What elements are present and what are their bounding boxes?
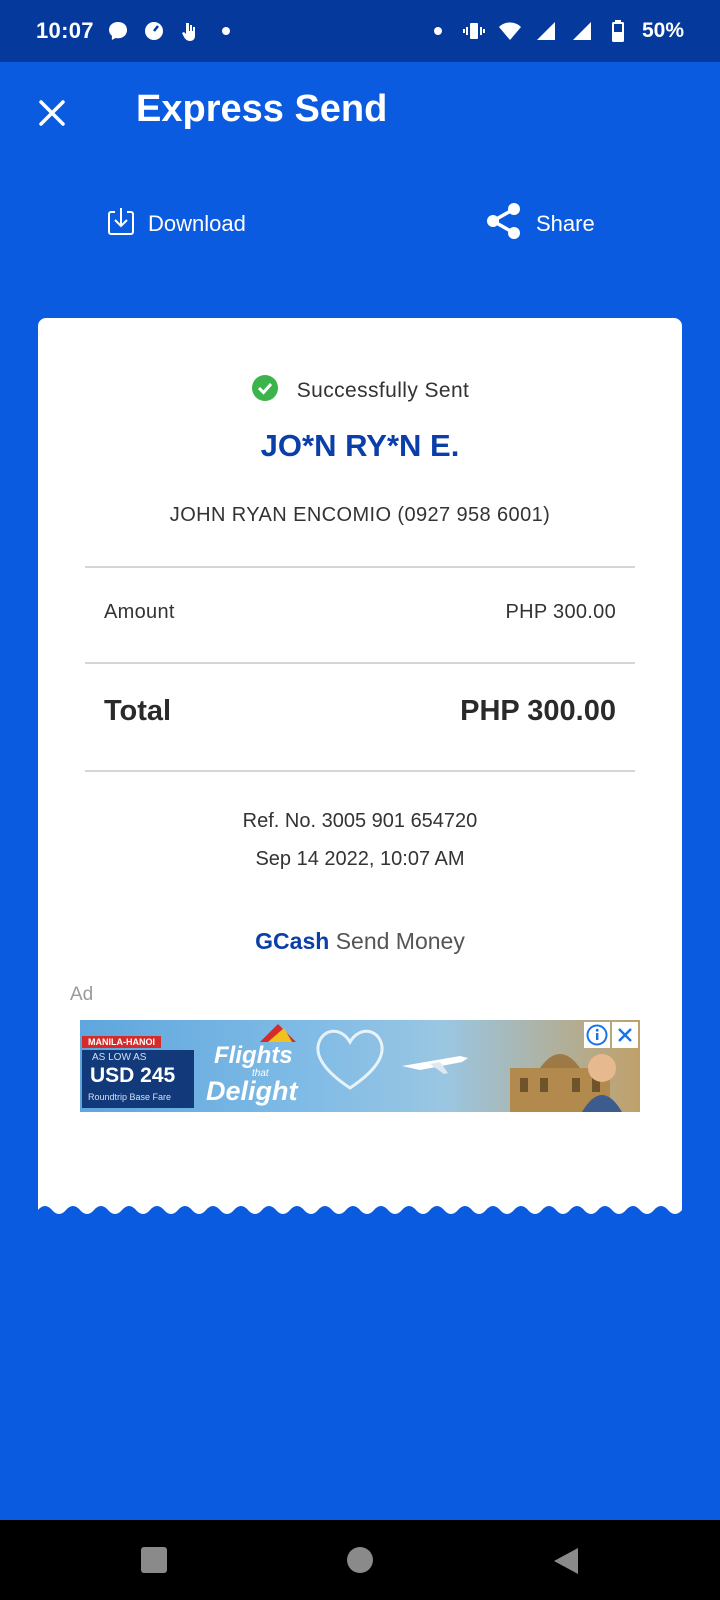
- page-title: Express Send: [136, 88, 388, 130]
- brand-logo-text: GCash: [255, 928, 330, 954]
- airline-logo-icon: [260, 1024, 296, 1042]
- transaction-datetime: Sep 14 2022, 10:07 AM: [255, 848, 465, 870]
- success-status: Successfully Sent: [38, 374, 682, 407]
- total-label: Total: [104, 695, 172, 727]
- ad-info-icon[interactable]: [584, 1022, 610, 1048]
- person-photo-icon: [582, 1054, 622, 1112]
- status-bar: 10:07 50%: [0, 0, 720, 62]
- ad-headline-flights: Flights: [214, 1042, 293, 1069]
- amount-value: PHP 300.00: [505, 601, 616, 623]
- ad-banner[interactable]: MANILA-HANOI AS LOW AS USD 245 Roundtrip…: [80, 1020, 640, 1112]
- check-circle-icon: [251, 374, 279, 407]
- status-time: 10:07: [36, 18, 94, 43]
- back-triangle-icon[interactable]: [552, 1546, 580, 1574]
- status-left: 10:07: [36, 18, 238, 44]
- messenger-icon: [106, 19, 130, 43]
- download-icon: [106, 205, 136, 243]
- dot-icon: [426, 19, 450, 43]
- status-right: 50%: [426, 19, 684, 43]
- amount-row: Amount PHP 300.00: [104, 601, 616, 624]
- share-button[interactable]: Share: [484, 201, 595, 247]
- vibrate-icon: [462, 19, 486, 43]
- system-nav-bar: [0, 1520, 720, 1600]
- receipt-card: Successfully Sent JO*N RY*N E. JOHN RYAN…: [38, 318, 682, 1206]
- home-circle-icon[interactable]: [346, 1546, 374, 1574]
- signal-icon: [570, 19, 594, 43]
- divider: [85, 662, 635, 664]
- receipt-zigzag-edge: [38, 1204, 682, 1214]
- download-label: Download: [148, 211, 246, 236]
- ad-headline-delight: Delight: [206, 1076, 298, 1106]
- ad-label: Ad: [70, 984, 94, 1005]
- ad-price-box: AS LOW AS USD 245 Roundtrip Base Fare: [82, 1050, 194, 1108]
- header: Express Send: [0, 62, 720, 162]
- recipient-full-name: JOHN RYAN ENCOMIO (0927 958 6001): [169, 504, 551, 526]
- brand-footer: GCash Send Money: [38, 928, 682, 955]
- hand-icon: [178, 19, 202, 43]
- success-text: Successfully Sent: [296, 378, 470, 402]
- close-icon[interactable]: [34, 95, 70, 131]
- ad-fare-type: Roundtrip Base Fare: [88, 1092, 172, 1102]
- battery-icon: [606, 19, 630, 43]
- ad-close-icon[interactable]: [612, 1022, 638, 1048]
- heart-icon: [316, 1029, 384, 1090]
- ad-price: USD 245: [90, 1064, 176, 1087]
- wifi-icon: [498, 19, 522, 43]
- airplane-icon: [402, 1056, 468, 1074]
- battery-percent: 50%: [641, 19, 684, 42]
- total-value: PHP 300.00: [460, 695, 616, 727]
- reference-number: Ref. No. 3005 901 654720: [242, 810, 478, 832]
- dot-icon: [214, 19, 238, 43]
- share-icon: [484, 201, 524, 247]
- signal-icon: [534, 19, 558, 43]
- share-label: Share: [536, 211, 595, 236]
- recents-square-icon[interactable]: [140, 1546, 168, 1574]
- ad-as-low-as: AS LOW AS: [92, 1052, 147, 1063]
- brand-service: Send Money: [335, 928, 465, 954]
- divider: [85, 770, 635, 772]
- amount-label: Amount: [104, 601, 175, 623]
- speedometer-icon: [142, 19, 166, 43]
- download-button[interactable]: Download: [106, 204, 246, 244]
- divider: [85, 566, 635, 568]
- ad-route: MANILA-HANOI: [82, 1036, 161, 1048]
- total-row: Total PHP 300.00: [104, 695, 616, 728]
- recipient-masked-name: JO*N RY*N E.: [260, 428, 460, 463]
